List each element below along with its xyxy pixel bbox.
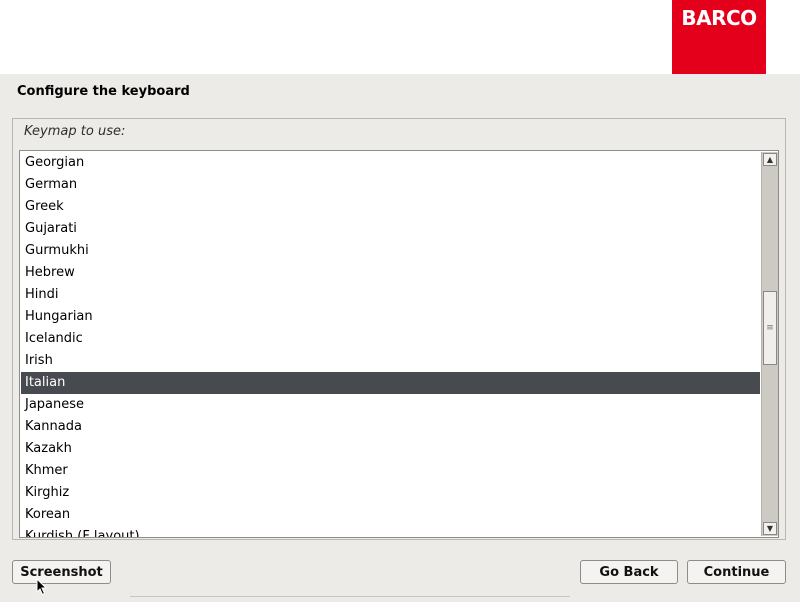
- page-title: Configure the keyboard: [17, 84, 190, 99]
- keymap-list-item[interactable]: Korean: [21, 504, 760, 526]
- keymap-list-item[interactable]: Kannada: [21, 416, 760, 438]
- keymap-list-item[interactable]: Kurdish (F layout): [21, 526, 760, 537]
- installer-page: Configure the keyboard Keymap to use: Ge…: [0, 74, 800, 602]
- keymap-list-item[interactable]: Icelandic: [21, 328, 760, 350]
- keymap-label: Keymap to use:: [24, 124, 126, 139]
- keymap-list-item[interactable]: Hungarian: [21, 306, 760, 328]
- keymap-list-item[interactable]: Khmer: [21, 460, 760, 482]
- keymap-list-item[interactable]: Japanese: [21, 394, 760, 416]
- keymap-listbox[interactable]: Georgian German Greek Gujarati Gurmukhi Hebre…: [19, 150, 779, 538]
- mouse-cursor-icon: [36, 578, 48, 596]
- keymap-list-item[interactable]: Gujarati: [21, 218, 760, 240]
- grip-icon: ≡: [766, 323, 774, 333]
- keymap-list-item[interactable]: Georgian: [21, 152, 760, 174]
- list-scrollbar[interactable]: ▲ ≡ ▼: [761, 152, 778, 536]
- keymap-list-item[interactable]: Greek: [21, 196, 760, 218]
- keymap-items: Georgian German Greek Gujarati Gurmukhi Hebre…: [21, 152, 760, 537]
- screenshot-button[interactable]: Screenshot: [12, 560, 111, 584]
- scroll-down-arrow-icon[interactable]: ▼: [763, 522, 777, 535]
- keymap-list-item[interactable]: Gurmukhi: [21, 240, 760, 262]
- header-banner: BARCO: [0, 0, 800, 74]
- keymap-list-item[interactable]: Hindi: [21, 284, 760, 306]
- keymap-frame: Keymap to use: Georgian German Greek Gujara…: [12, 118, 786, 540]
- keymap-list-item[interactable]: Kazakh: [21, 438, 760, 460]
- go-back-button[interactable]: Go Back: [580, 560, 678, 584]
- barco-logo: BARCO: [672, 0, 766, 74]
- continue-button[interactable]: Continue: [687, 560, 786, 584]
- scroll-thumb[interactable]: ≡: [763, 291, 777, 365]
- keymap-list-item[interactable]: Kirghiz: [21, 482, 760, 504]
- scroll-up-arrow-icon[interactable]: ▲: [763, 153, 777, 166]
- keymap-list-item[interactable]: German: [21, 174, 760, 196]
- logo-text: BARCO: [681, 6, 757, 30]
- keymap-list-item[interactable]: Irish: [21, 350, 760, 372]
- keymap-list-item[interactable]: Hebrew: [21, 262, 760, 284]
- keymap-list-item[interactable]: Italian: [21, 372, 760, 394]
